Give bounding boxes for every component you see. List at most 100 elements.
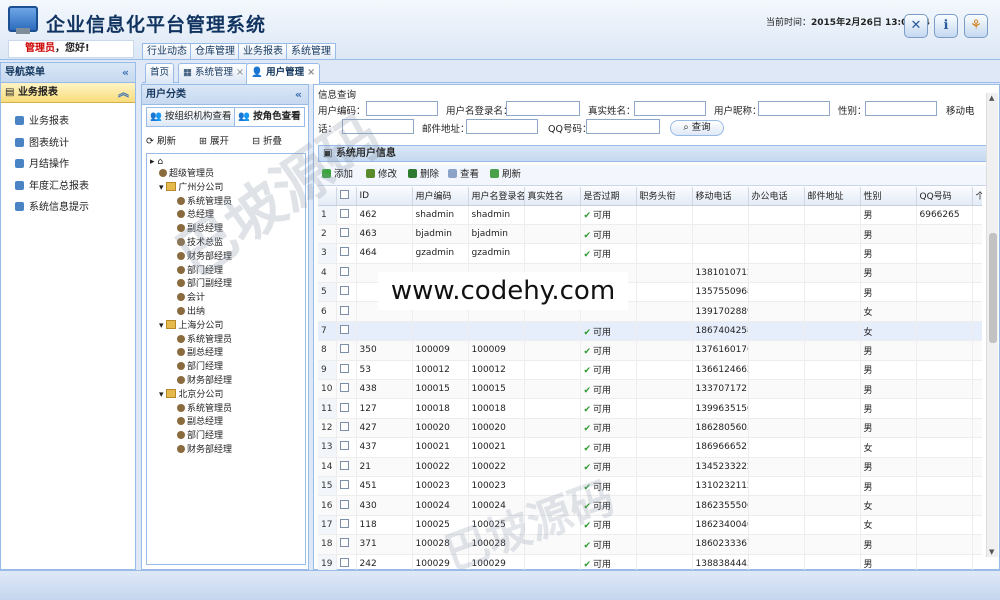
checkbox-cell[interactable] [336,515,357,536]
row-checkbox[interactable] [339,421,349,431]
column-header[interactable]: 性别 [860,187,917,206]
collapse-left-icon[interactable]: « [122,63,129,82]
real-name-input[interactable] [634,101,706,116]
topnav-warehouse[interactable]: 仓库管理 [190,43,240,59]
refresh-button[interactable]: 刷新 [490,165,521,185]
table-row[interactable]: 13437100021100021✔可用18696665275女 [318,437,982,458]
tree-node-role[interactable]: 副总经理 [177,416,223,429]
checkbox-cell[interactable] [336,457,357,477]
row-checkbox[interactable] [339,402,349,412]
row-checkbox[interactable] [339,325,349,335]
expand-tree-button[interactable]: ⊞ 展开 [199,136,239,147]
checkbox-cell[interactable] [336,282,357,303]
table-row[interactable]: 2 463 bjadmin bjadmin ✔ 可用男 [318,224,982,245]
tools-icon[interactable]: ✕ [904,14,928,38]
tree-node-role[interactable]: 财务部经理 [177,444,232,457]
info-icon[interactable]: ℹ [934,14,958,38]
tree-node-branch[interactable]: ▾ 北京分公司 [159,388,223,402]
checkbox-cell[interactable] [336,243,357,264]
tree-node-role[interactable]: 超级管理员 [159,168,214,181]
row-checkbox[interactable] [339,305,349,315]
tree-node-branch[interactable]: ▾ 上海分公司 [159,319,223,333]
checkbox-cell[interactable] [336,476,357,497]
table-row[interactable]: 19242100029100029✔可用13883844451男 [318,554,982,571]
topnav-system-management[interactable]: 系统管理 [286,43,336,59]
gender-input[interactable] [865,101,937,116]
login-name-input[interactable] [506,101,580,116]
view-button[interactable]: 查看 [448,165,479,185]
checkbox-cell[interactable] [336,534,357,555]
user-code-input[interactable] [366,101,438,116]
tree-node-role[interactable]: 副总经理 [177,347,223,360]
checkbox-cell[interactable] [336,379,357,400]
tree-node-role[interactable]: 系统管理员 [177,403,232,416]
checkbox-cell[interactable] [336,554,357,571]
row-checkbox[interactable] [339,363,349,373]
nav-item-annual-summary[interactable]: 年度汇总报表 [1,176,135,198]
checkbox-cell[interactable] [336,224,357,245]
tree-node-role[interactable]: 会计 [177,292,205,305]
column-header[interactable]: ID [356,187,413,206]
row-checkbox[interactable] [339,247,349,257]
column-header[interactable]: QQ号码 [916,187,973,206]
nav-item-chart-stats[interactable]: 图表统计 [1,133,135,155]
collapse-category-icon[interactable]: « [295,85,302,104]
delete-button[interactable]: 删除 [408,165,439,185]
nav-section-business-reports[interactable]: ▤ 业务报表 ︽ [1,83,135,103]
row-checkbox[interactable] [339,460,349,470]
nav-item-system-info[interactable]: 系统信息提示 [1,197,135,219]
table-row[interactable]: 1421100022100022✔可用13452332225男 [318,457,982,477]
table-row[interactable]: 953100012100012✔可用13661246623男 [318,360,982,381]
topnav-business-reports[interactable]: 业务报表 [238,43,288,59]
checkbox-cell[interactable] [336,340,357,361]
subtab-by-role[interactable]: 👥 按角色查看 [234,107,305,127]
row-checkbox[interactable] [339,266,349,276]
checkbox-cell[interactable] [336,301,357,322]
table-row[interactable]: 10438100015100015✔可用13370717219男 [318,379,982,400]
column-header[interactable]: 个 [972,187,982,206]
topnav-industry-news[interactable]: 行业动态 [142,43,192,59]
expand-toggle-icon[interactable]: ▾ [159,183,166,193]
column-header[interactable]: 用户编码 [412,187,469,206]
tab-system-management[interactable]: ▦ 系统管理 × [178,63,249,83]
row-checkbox[interactable] [339,344,349,354]
exit-icon[interactable]: ⚘ [964,14,988,38]
close-tab-icon[interactable]: × [307,67,315,78]
nav-item-business-report[interactable]: 业务报表 [1,111,135,133]
row-checkbox[interactable] [339,383,349,393]
column-header[interactable]: 职务头衔 [636,187,693,206]
checkbox-cell[interactable] [336,205,357,225]
table-row[interactable]: 7 ✔可用 18674042588 女 [318,321,982,342]
qq-input[interactable] [586,119,660,134]
tree-node-role[interactable]: 出纳 [177,306,205,319]
checkbox-cell[interactable] [336,437,357,458]
row-checkbox[interactable] [339,208,349,218]
table-row[interactable]: 16430100024100024✔可用18623555060女 [318,495,982,516]
row-checkbox[interactable] [339,518,349,528]
row-checkbox[interactable] [339,441,349,451]
checkbox-cell[interactable] [336,418,357,439]
refresh-tree-button[interactable]: ⟳ 刷新 [146,136,186,147]
tree-node-role[interactable]: 部门经理 [177,361,223,374]
table-row[interactable]: 12427100020100020✔可用18628056055男 [318,418,982,439]
checkbox-cell[interactable] [336,398,357,419]
row-checkbox[interactable] [339,286,349,296]
column-header[interactable]: 办公电话 [748,187,805,206]
expand-toggle-icon[interactable]: ▾ [159,321,166,331]
tree-node-role[interactable]: 部门经理 [177,430,223,443]
row-checkbox[interactable] [339,228,349,238]
tree-node-role[interactable]: 财务部经理 [177,375,232,388]
search-button[interactable]: ⌕ 查询 [670,120,724,136]
checkbox-cell[interactable] [336,495,357,516]
table-row[interactable]: 17118100025100025✔可用18623400401女 [318,515,982,536]
column-header[interactable]: 邮件地址 [804,187,861,206]
nav-item-monthly-close[interactable]: 月结操作 [1,154,135,176]
table-row[interactable]: 11127100018100018✔可用13996351507男 [318,398,982,419]
row-checkbox[interactable] [339,538,349,548]
checkbox-cell[interactable] [336,321,357,342]
vertical-scrollbar[interactable] [986,93,998,557]
column-header[interactable]: 真实姓名 [524,187,581,206]
chevron-up-icon[interactable]: ︽ [118,83,129,102]
table-row[interactable]: 1 462 shadmin shadmin ✔ 可用男 6966265 [318,205,982,225]
tab-user-management[interactable]: 👤 用户管理 × [246,63,321,84]
